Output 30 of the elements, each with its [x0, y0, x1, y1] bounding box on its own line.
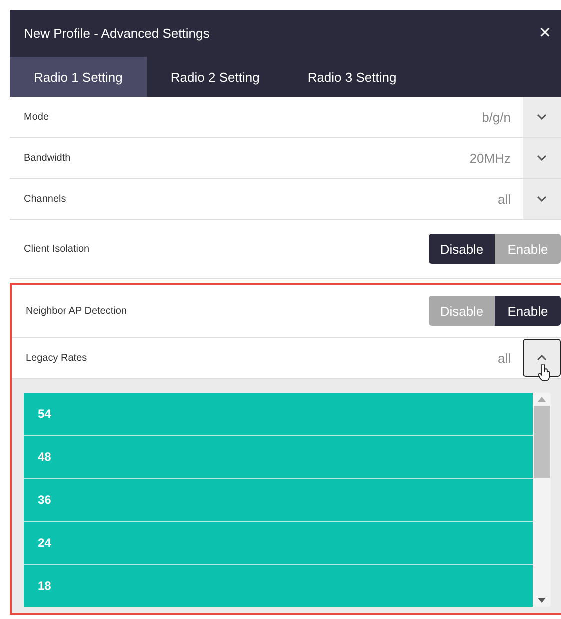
- chevron-down-icon: [537, 155, 547, 161]
- toggle-option[interactable]: Enable: [495, 234, 561, 264]
- toggle-option[interactable]: Enable: [495, 296, 561, 326]
- tab[interactable]: Radio 1 Setting: [10, 57, 147, 97]
- window-title: New Profile - Advanced Settings: [24, 26, 210, 40]
- rate-option[interactable]: 36: [24, 479, 533, 522]
- tab[interactable]: Radio 3 Setting: [284, 57, 421, 97]
- close-button[interactable]: ×: [535, 22, 555, 44]
- select-value: all: [498, 192, 512, 206]
- setting-label: Legacy Rates: [25, 352, 88, 364]
- setting-label: Neighbor AP Detection: [25, 306, 128, 316]
- select-value: b/g/n: [482, 110, 512, 124]
- setting-label: Client Isolation: [23, 244, 91, 254]
- rate-option[interactable]: 48: [24, 436, 533, 479]
- scroll-up-icon[interactable]: [538, 397, 546, 402]
- tab[interactable]: Radio 2 Setting: [146, 57, 284, 97]
- select-value: all: [498, 350, 512, 366]
- select-value: 20MHz: [470, 150, 512, 166]
- rate-option[interactable]: 18: [24, 565, 533, 607]
- chevron-down-icon: [537, 114, 547, 120]
- toggle-option[interactable]: Disable: [429, 296, 495, 326]
- setting-label: Bandwidth: [23, 152, 72, 164]
- rate-option[interactable]: 54: [24, 393, 533, 436]
- chevron-up-icon: [537, 355, 547, 361]
- rate-option[interactable]: 24: [24, 522, 533, 565]
- setting-label: Mode: [23, 112, 50, 122]
- chevron-down-icon: [537, 196, 547, 202]
- toggle-option[interactable]: Disable: [429, 234, 495, 264]
- setting-label: Channels: [23, 194, 68, 204]
- scroll-down-icon[interactable]: [538, 598, 546, 603]
